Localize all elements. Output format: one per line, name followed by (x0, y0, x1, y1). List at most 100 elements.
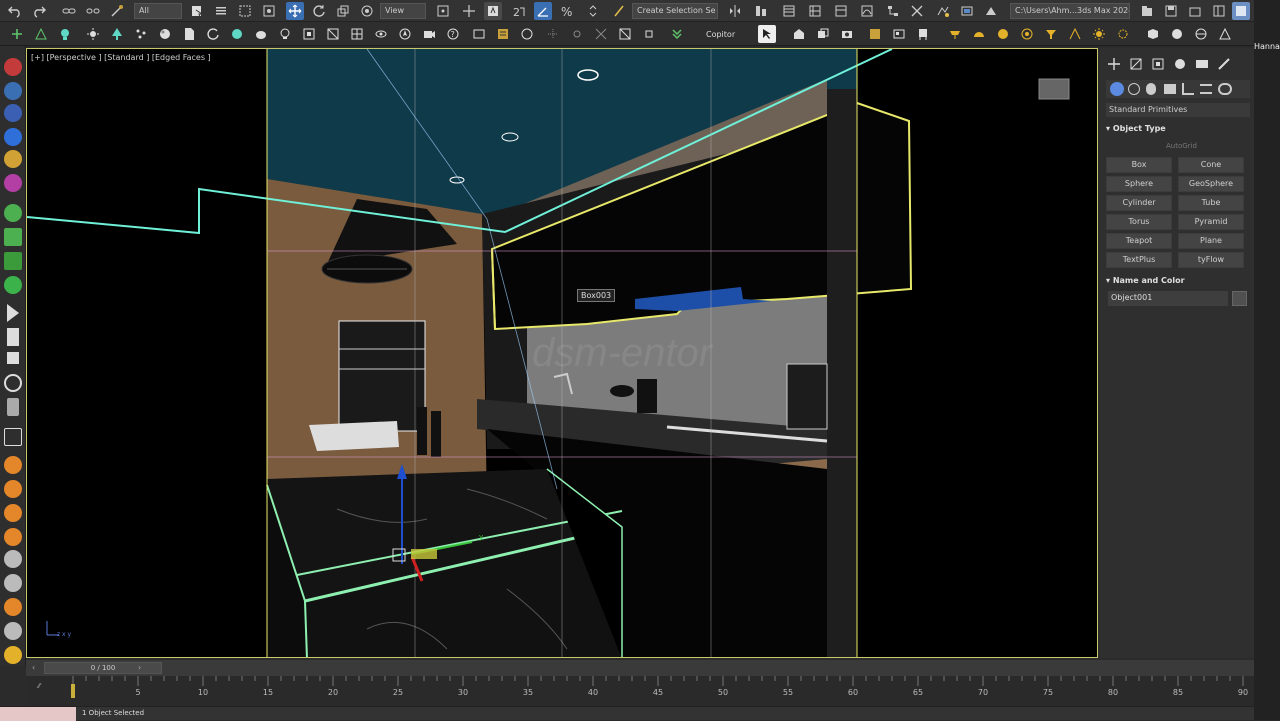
create-tab-icon[interactable] (1106, 56, 1122, 72)
sun-light-icon[interactable] (1090, 25, 1108, 43)
sphere-tool-icon[interactable] (228, 25, 246, 43)
motion-tab-icon[interactable] (1172, 56, 1188, 72)
lightbulb-icon[interactable] (276, 25, 294, 43)
display-tab-icon[interactable] (1194, 56, 1210, 72)
select-by-name-icon[interactable] (212, 2, 230, 20)
snap-face-icon[interactable] (592, 25, 610, 43)
redo-icon[interactable] (30, 2, 48, 20)
asset-library-icon[interactable] (890, 25, 908, 43)
star-icon[interactable] (4, 276, 22, 294)
primitive-category-dropdown[interactable]: Standard Primitives (1106, 103, 1250, 117)
curve-editor-icon[interactable] (858, 2, 876, 20)
compass-icon[interactable] (396, 25, 414, 43)
dome-light-icon[interactable] (970, 25, 988, 43)
document-icon[interactable] (180, 25, 198, 43)
target-icon[interactable] (4, 128, 22, 146)
red-cube-icon[interactable] (4, 58, 22, 76)
create-teapot-button[interactable]: Teapot (1106, 233, 1172, 249)
schematic-view-icon[interactable] (884, 2, 902, 20)
blue-sphere-icon[interactable] (4, 104, 22, 122)
snaps-toggle-icon[interactable]: 2 (510, 2, 528, 20)
track-bar[interactable]: ⁄⁄ 5 10 15 20 25 30 35 40 45 50 55 60 65 70 75 80 85 90 (26, 676, 1254, 706)
select-object-icon[interactable] (188, 2, 206, 20)
autogrid-checkbox[interactable]: AutoGrid (1166, 142, 1197, 150)
smoke-2-icon[interactable] (4, 574, 22, 592)
render-frame-window-icon[interactable] (958, 2, 976, 20)
fire-2-icon[interactable] (4, 480, 22, 498)
sphere-light-icon[interactable] (994, 25, 1012, 43)
object-name-input[interactable]: Object001 (1108, 291, 1228, 306)
rect-selection-icon[interactable] (236, 2, 254, 20)
create-tube-button[interactable]: Tube (1178, 195, 1244, 211)
folder-icon[interactable] (1186, 2, 1204, 20)
mesh-light-icon[interactable] (1066, 25, 1084, 43)
viewport-label[interactable]: [+] [Perspective ] [Standard ] [Edged Fa… (31, 53, 211, 62)
view-icon[interactable] (372, 25, 390, 43)
angle-snap-icon[interactable] (534, 2, 552, 20)
chevron-down-icon[interactable] (668, 25, 686, 43)
ref-coord-dropdown[interactable]: View (380, 3, 426, 19)
ceiling-light-icon[interactable] (946, 25, 964, 43)
align-icon[interactable] (752, 2, 770, 20)
create-icon[interactable] (32, 25, 50, 43)
ring-icon[interactable] (4, 174, 22, 192)
create-tyflow-button[interactable]: tyFlow (1178, 252, 1244, 268)
rotate-icon[interactable] (310, 2, 328, 20)
ambient-light-icon[interactable] (1114, 25, 1132, 43)
hierarchy-tab-icon[interactable] (1150, 56, 1166, 72)
cloud-icon[interactable] (4, 622, 22, 640)
modeling-tools-icon[interactable] (8, 25, 26, 43)
spacewarps-subtab-icon[interactable] (1200, 84, 1212, 94)
green-cube-icon[interactable] (4, 204, 22, 222)
play-icon[interactable] (7, 304, 19, 322)
render-production-icon[interactable] (982, 2, 1000, 20)
fire-4-icon[interactable] (4, 528, 22, 546)
shapes-subtab-icon[interactable] (1128, 83, 1140, 95)
create-geosphere-button[interactable]: GeoSphere (1178, 176, 1244, 192)
create-box-button[interactable]: Box (1106, 157, 1172, 173)
spinner-snap-icon[interactable] (584, 2, 602, 20)
keyboard-shortcut-icon[interactable] (484, 2, 502, 20)
save-project-icon[interactable] (1162, 2, 1180, 20)
create-sphere-button[interactable]: Sphere (1106, 176, 1172, 192)
menu-icon[interactable] (4, 428, 22, 446)
fire-3-icon[interactable] (4, 504, 22, 522)
open-project-icon[interactable] (1138, 2, 1156, 20)
scatter-icon[interactable] (132, 25, 150, 43)
snap-pivot-icon[interactable] (640, 25, 658, 43)
percent-snap-icon[interactable]: % (558, 2, 576, 20)
clone-icon[interactable] (814, 25, 832, 43)
time-marker[interactable] (71, 684, 75, 698)
pivot-icon[interactable] (434, 2, 452, 20)
cursor-mode-icon[interactable] (758, 25, 776, 43)
link-icon[interactable] (60, 2, 78, 20)
name-color-rollout[interactable]: ▾ Name and Color (1106, 276, 1185, 285)
create-cone-button[interactable]: Cone (1178, 157, 1244, 173)
next-frame-icon[interactable]: › (138, 663, 141, 672)
undo-icon[interactable] (6, 2, 24, 20)
render-setup-icon[interactable] (934, 2, 952, 20)
systems-subtab-icon[interactable] (1218, 83, 1232, 95)
object-color-swatch[interactable] (1232, 291, 1247, 306)
fire-icon[interactable] (4, 456, 22, 474)
utilities-tab-icon[interactable] (1216, 56, 1232, 72)
create-plane-button[interactable]: Plane (1178, 233, 1244, 249)
snap-vertex-icon[interactable] (544, 25, 562, 43)
stop-icon[interactable] (7, 352, 19, 364)
shape-icon[interactable] (1216, 25, 1234, 43)
layer-explorer-icon[interactable] (806, 2, 824, 20)
ies-light-icon[interactable] (1018, 25, 1036, 43)
snap-midpoint-icon[interactable] (568, 25, 586, 43)
snap-edge-icon[interactable] (616, 25, 634, 43)
prev-frame-icon[interactable]: ‹ (32, 663, 42, 673)
maxscript-listener[interactable] (0, 707, 76, 721)
object-paint-icon[interactable] (790, 25, 808, 43)
named-selection-dropdown[interactable]: Create Selection Se (632, 3, 718, 19)
refresh-icon[interactable] (204, 25, 222, 43)
user-account-icon[interactable] (1232, 2, 1250, 20)
frame-icon[interactable] (300, 25, 318, 43)
mirror-icon[interactable] (726, 2, 744, 20)
pencil-icon[interactable] (4, 646, 22, 664)
scale-icon[interactable] (334, 2, 352, 20)
proxy-icon[interactable] (866, 25, 884, 43)
